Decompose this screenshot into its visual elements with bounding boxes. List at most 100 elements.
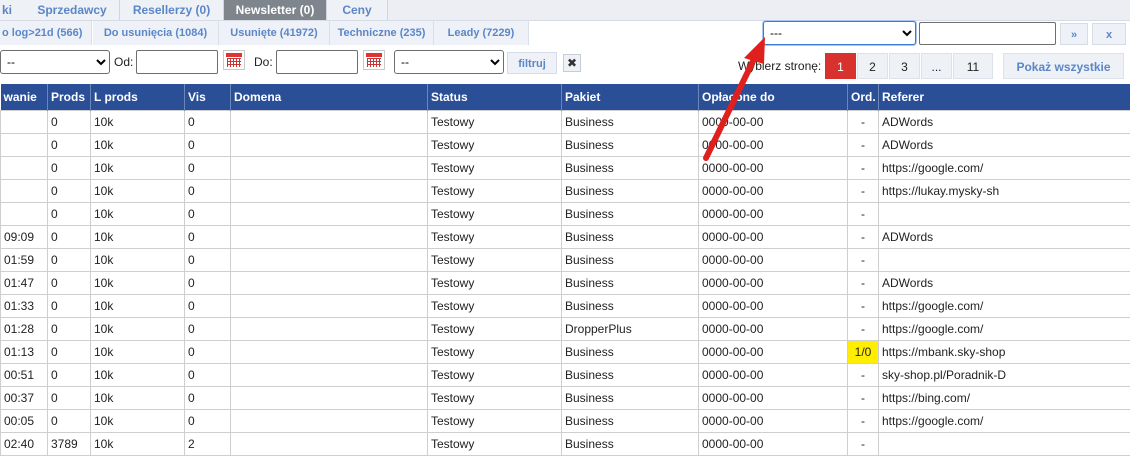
page-11-button[interactable]: 11	[953, 53, 993, 79]
cell-vis: 0	[184, 110, 231, 134]
calendar-to-icon[interactable]	[363, 50, 385, 70]
cell-referer	[878, 202, 1130, 226]
cell-prods: 0	[47, 409, 91, 433]
col-header-domena[interactable]: Domena	[230, 84, 428, 111]
cell-date	[0, 133, 48, 157]
calendar-from-icon[interactable]	[223, 50, 245, 70]
cell-ord: -	[847, 317, 879, 341]
cell-ord: -	[847, 271, 879, 295]
cell-prods: 0	[47, 156, 91, 180]
show-all-button[interactable]: Pokaż wszystkie	[1003, 53, 1124, 79]
cell-pakiet: Business	[561, 248, 699, 272]
cell-status: Testowy	[427, 248, 562, 272]
subtab-do-usuniecia[interactable]: Do usunięcia (1084)	[93, 21, 219, 45]
subtab-log[interactable]: o log>21d (566)	[0, 21, 92, 45]
filter-button[interactable]: filtruj	[507, 52, 557, 74]
cell-date: 01:47	[0, 271, 48, 295]
table-header-row: wanie Prods L prods Vis Domena Status Pa…	[0, 84, 1130, 111]
cell-pakiet: Business	[561, 156, 699, 180]
tab-newsletter[interactable]: Newsletter (0)	[224, 0, 327, 20]
cell-prods: 0	[47, 386, 91, 410]
col-header-prods[interactable]: Prods	[47, 84, 91, 111]
table-row[interactable]: 01:28 0 10k 0 Testowy DropperPlus 0000-00-00- h…	[0, 317, 1130, 341]
cell-prods: 0	[47, 363, 91, 387]
cell-status: Testowy	[427, 202, 562, 226]
cell-referer: https://mbank.sky-shop	[878, 340, 1130, 364]
col-header-pakiet[interactable]: Pakiet	[561, 84, 699, 111]
cell-date: 01:59	[0, 248, 48, 272]
cell-ord: -	[847, 386, 879, 410]
col-header-l-prods[interactable]: L prods	[90, 84, 185, 111]
table-row[interactable]: 01:33 0 10k 0 Testowy Business 0000-00-00- http…	[0, 294, 1130, 318]
cell-prods: 0	[47, 202, 91, 226]
cell-oplacone: 0000-00-00	[698, 409, 848, 433]
cell-l-prods: 10k	[90, 317, 185, 341]
cell-vis: 0	[184, 294, 231, 318]
cell-date: 01:33	[0, 294, 48, 318]
col-header-status[interactable]: Status	[427, 84, 562, 111]
cell-prods: 0	[47, 317, 91, 341]
filter-select-1[interactable]: --	[0, 50, 110, 74]
cell-status: Testowy	[427, 225, 562, 249]
cell-status: Testowy	[427, 432, 562, 456]
cell-referer: ADWords	[878, 110, 1130, 134]
table-row[interactable]: 0 10k 0 Testowy Business 0000-00-00- ADWords	[0, 110, 1130, 134]
table-row[interactable]: 0 10k 0 Testowy Business 0000-00-00- ADWords	[0, 133, 1130, 157]
cell-prods: 0	[47, 248, 91, 272]
table-row[interactable]: 0 10k 0 Testowy Business 0000-00-00- https://g…	[0, 156, 1130, 180]
col-header-oplacone[interactable]: Opłacone do	[698, 84, 848, 111]
cell-date: 01:28	[0, 317, 48, 341]
tab-ceny[interactable]: Ceny	[327, 0, 388, 20]
cell-prods: 0	[47, 271, 91, 295]
table-row[interactable]: 02:40 3789 10k 2 Testowy Business 0000-00-00-	[0, 432, 1130, 456]
tab-resellerzy[interactable]: Resellerzy (0)	[120, 0, 224, 20]
table-row[interactable]: 00:05 0 10k 0 Testowy Business 0000-00-00- http…	[0, 409, 1130, 433]
table-row[interactable]: 00:51 0 10k 0 Testowy Business 0000-00-00- sky-…	[0, 363, 1130, 387]
date-to-input[interactable]	[276, 50, 358, 74]
date-from-input[interactable]	[136, 50, 218, 74]
next-button[interactable]: »	[1060, 23, 1088, 45]
cell-ord: -	[847, 294, 879, 318]
page-ellipsis-button[interactable]: ...	[921, 53, 952, 79]
top-right-select[interactable]: ---	[763, 21, 916, 45]
search-input[interactable]	[919, 22, 1056, 45]
cell-oplacone: 0000-00-00	[698, 432, 848, 456]
table-row[interactable]: 0 10k 0 Testowy Business 0000-00-00-	[0, 202, 1130, 226]
page-2-button[interactable]: 2	[857, 53, 888, 79]
table-row[interactable]: 01:59 0 10k 0 Testowy Business 0000-00-00-	[0, 248, 1130, 272]
cell-prods: 0	[47, 179, 91, 203]
table-row[interactable]: 0 10k 0 Testowy Business 0000-00-00- https://l…	[0, 179, 1130, 203]
filter-select-2[interactable]: --	[394, 50, 504, 74]
close-button[interactable]: x	[1092, 23, 1126, 45]
clear-filter-button[interactable]: ✖	[563, 54, 581, 72]
col-header-date[interactable]: wanie	[0, 84, 48, 111]
cell-oplacone: 0000-00-00	[698, 133, 848, 157]
cell-pakiet: Business	[561, 409, 699, 433]
tab-partial[interactable]: ki	[0, 0, 27, 20]
cell-domena	[230, 225, 428, 249]
page-3-button[interactable]: 3	[889, 53, 920, 79]
subtab-leady[interactable]: Leady (7229)	[434, 21, 529, 45]
cell-referer: https://bing.com/	[878, 386, 1130, 410]
subtab-usuniete[interactable]: Usunięte (41972)	[219, 21, 330, 45]
col-header-vis[interactable]: Vis	[184, 84, 231, 111]
table-row[interactable]: 01:47 0 10k 0 Testowy Business 0000-00-00- ADWo…	[0, 271, 1130, 295]
cell-vis: 0	[184, 317, 231, 341]
table-row[interactable]: 09:09 0 10k 0 Testowy Business 0000-00-00- ADWo…	[0, 225, 1130, 249]
page-1-button[interactable]: 1	[825, 53, 856, 79]
tab-sprzedawcy[interactable]: Sprzedawcy	[25, 0, 120, 20]
cell-status: Testowy	[427, 271, 562, 295]
cell-pakiet: Business	[561, 202, 699, 226]
cell-status: Testowy	[427, 363, 562, 387]
cell-vis: 2	[184, 432, 231, 456]
cell-oplacone: 0000-00-00	[698, 248, 848, 272]
col-header-referer[interactable]: Referer	[878, 84, 1130, 111]
cell-domena	[230, 248, 428, 272]
page-select-label: Wybierz stronę:	[738, 59, 822, 73]
table-row[interactable]: 00:37 0 10k 0 Testowy Business 0000-00-00- http…	[0, 386, 1130, 410]
main-tabs: ki Sprzedawcy Resellerzy (0) Newsletter …	[0, 0, 1130, 21]
shops-table: wanie Prods L prods Vis Domena Status Pa…	[0, 84, 1130, 456]
col-header-ord[interactable]: Ord.	[847, 84, 879, 111]
subtab-techniczne[interactable]: Techniczne (235)	[330, 21, 434, 45]
table-row[interactable]: 01:13 0 10k 0 Testowy Business 0000-00-00 1/0 ht…	[0, 340, 1130, 364]
